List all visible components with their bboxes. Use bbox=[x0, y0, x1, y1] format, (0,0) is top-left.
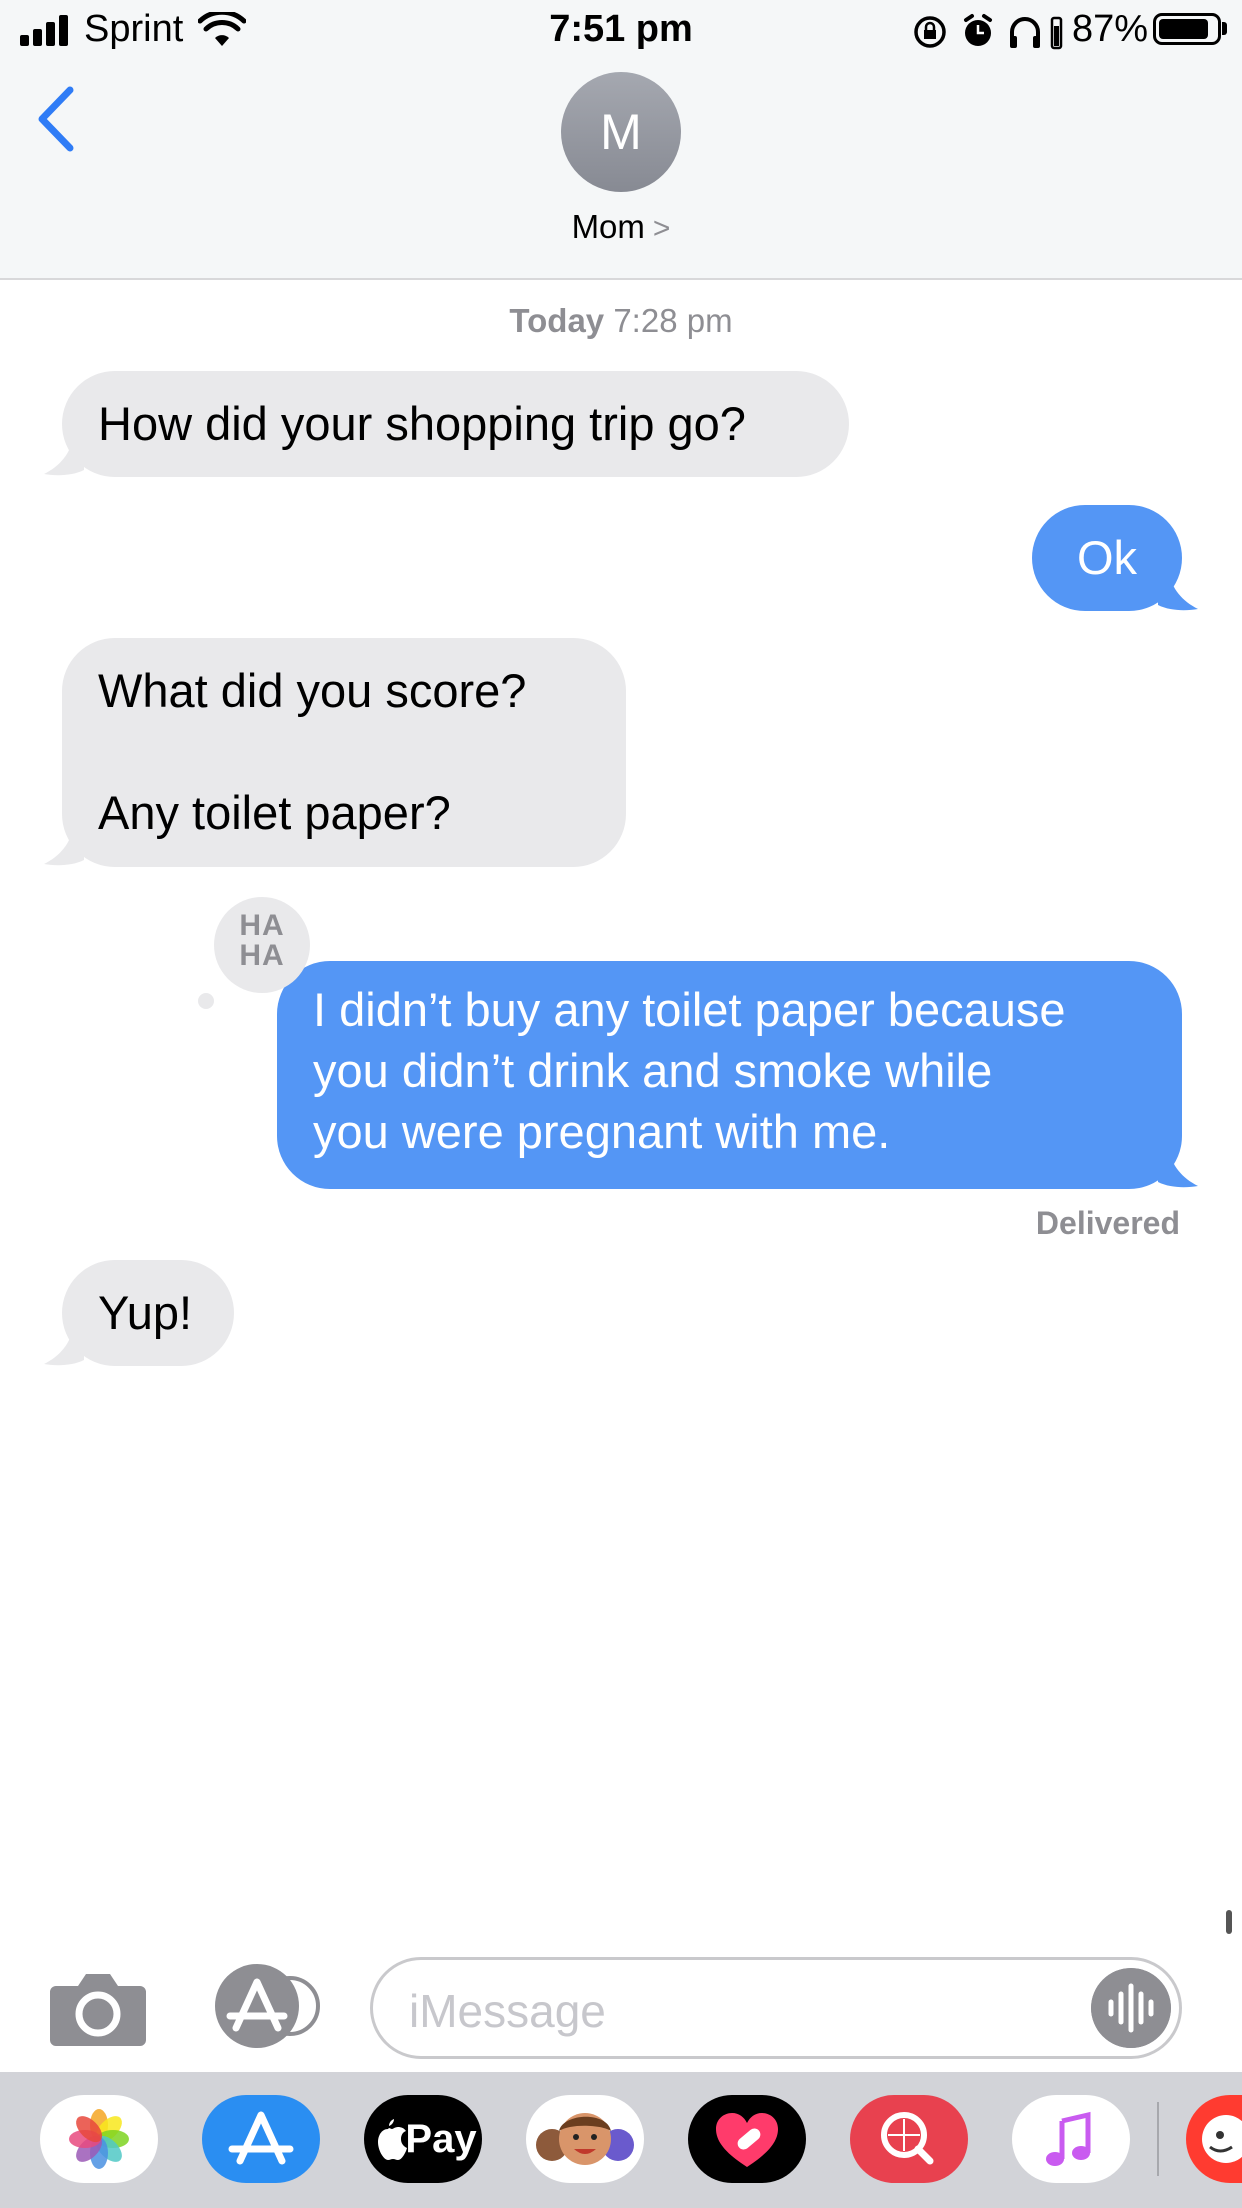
alarm-icon bbox=[964, 14, 992, 46]
message-timestamp: Today 7:28 pm bbox=[509, 302, 733, 339]
received-message[interactable]: What did you score? Any toilet paper? bbox=[62, 638, 626, 867]
sent-message[interactable]: Ok bbox=[1032, 505, 1182, 611]
contact-name-button[interactable]: Mom > bbox=[0, 208, 1242, 246]
app-store-app-icon[interactable] bbox=[202, 2095, 320, 2183]
delivered-status: Delivered bbox=[1035, 1205, 1180, 1241]
imessage-input[interactable]: iMessage bbox=[370, 1957, 1182, 2059]
tapback-tail bbox=[198, 993, 214, 1009]
back-button[interactable] bbox=[30, 82, 80, 156]
images-search-app-icon[interactable] bbox=[850, 2095, 968, 2183]
stickers-app-icon[interactable] bbox=[1186, 2095, 1242, 2183]
imessage-placeholder: iMessage bbox=[409, 1985, 606, 2037]
digital-touch-app-icon[interactable] bbox=[688, 2095, 806, 2183]
navigation-header: Sprint 7:51 pm 87% M Mom > bbox=[0, 0, 1242, 280]
chevron-right-icon: > bbox=[652, 212, 671, 245]
battery-icon bbox=[1153, 13, 1221, 45]
app-drawer: Pay bbox=[0, 2072, 1242, 2208]
sent-message[interactable]: I didn’t buy any toilet paper because yo… bbox=[277, 961, 1182, 1189]
drawer-separator bbox=[1157, 2102, 1159, 2176]
music-app-icon[interactable] bbox=[1012, 2095, 1130, 2183]
memoji-app-icon[interactable] bbox=[526, 2095, 644, 2183]
chevron-left-icon bbox=[38, 86, 74, 152]
status-icons bbox=[914, 14, 1063, 50]
app-store-icon[interactable] bbox=[210, 1964, 320, 2048]
contact-avatar[interactable]: M bbox=[561, 72, 681, 192]
status-bar: Sprint 7:51 pm 87% bbox=[0, 0, 1242, 62]
apple-pay-app-icon[interactable]: Pay bbox=[364, 2095, 482, 2183]
photos-app-icon[interactable] bbox=[40, 2095, 158, 2183]
received-message[interactable]: Yup! bbox=[62, 1260, 234, 1366]
haha-tapback-icon[interactable]: HA HA bbox=[214, 897, 310, 993]
audio-waveform-icon[interactable] bbox=[1091, 1968, 1171, 2048]
received-message[interactable]: How did your shopping trip go? bbox=[62, 371, 849, 477]
headphones-icon bbox=[1010, 17, 1040, 48]
rotation-lock-icon bbox=[914, 16, 946, 48]
scroll-indicator[interactable] bbox=[1226, 1910, 1232, 1934]
camera-icon[interactable] bbox=[50, 1970, 146, 2046]
contact-name: Mom bbox=[571, 208, 645, 245]
battery-percent: 87% bbox=[1072, 8, 1149, 50]
